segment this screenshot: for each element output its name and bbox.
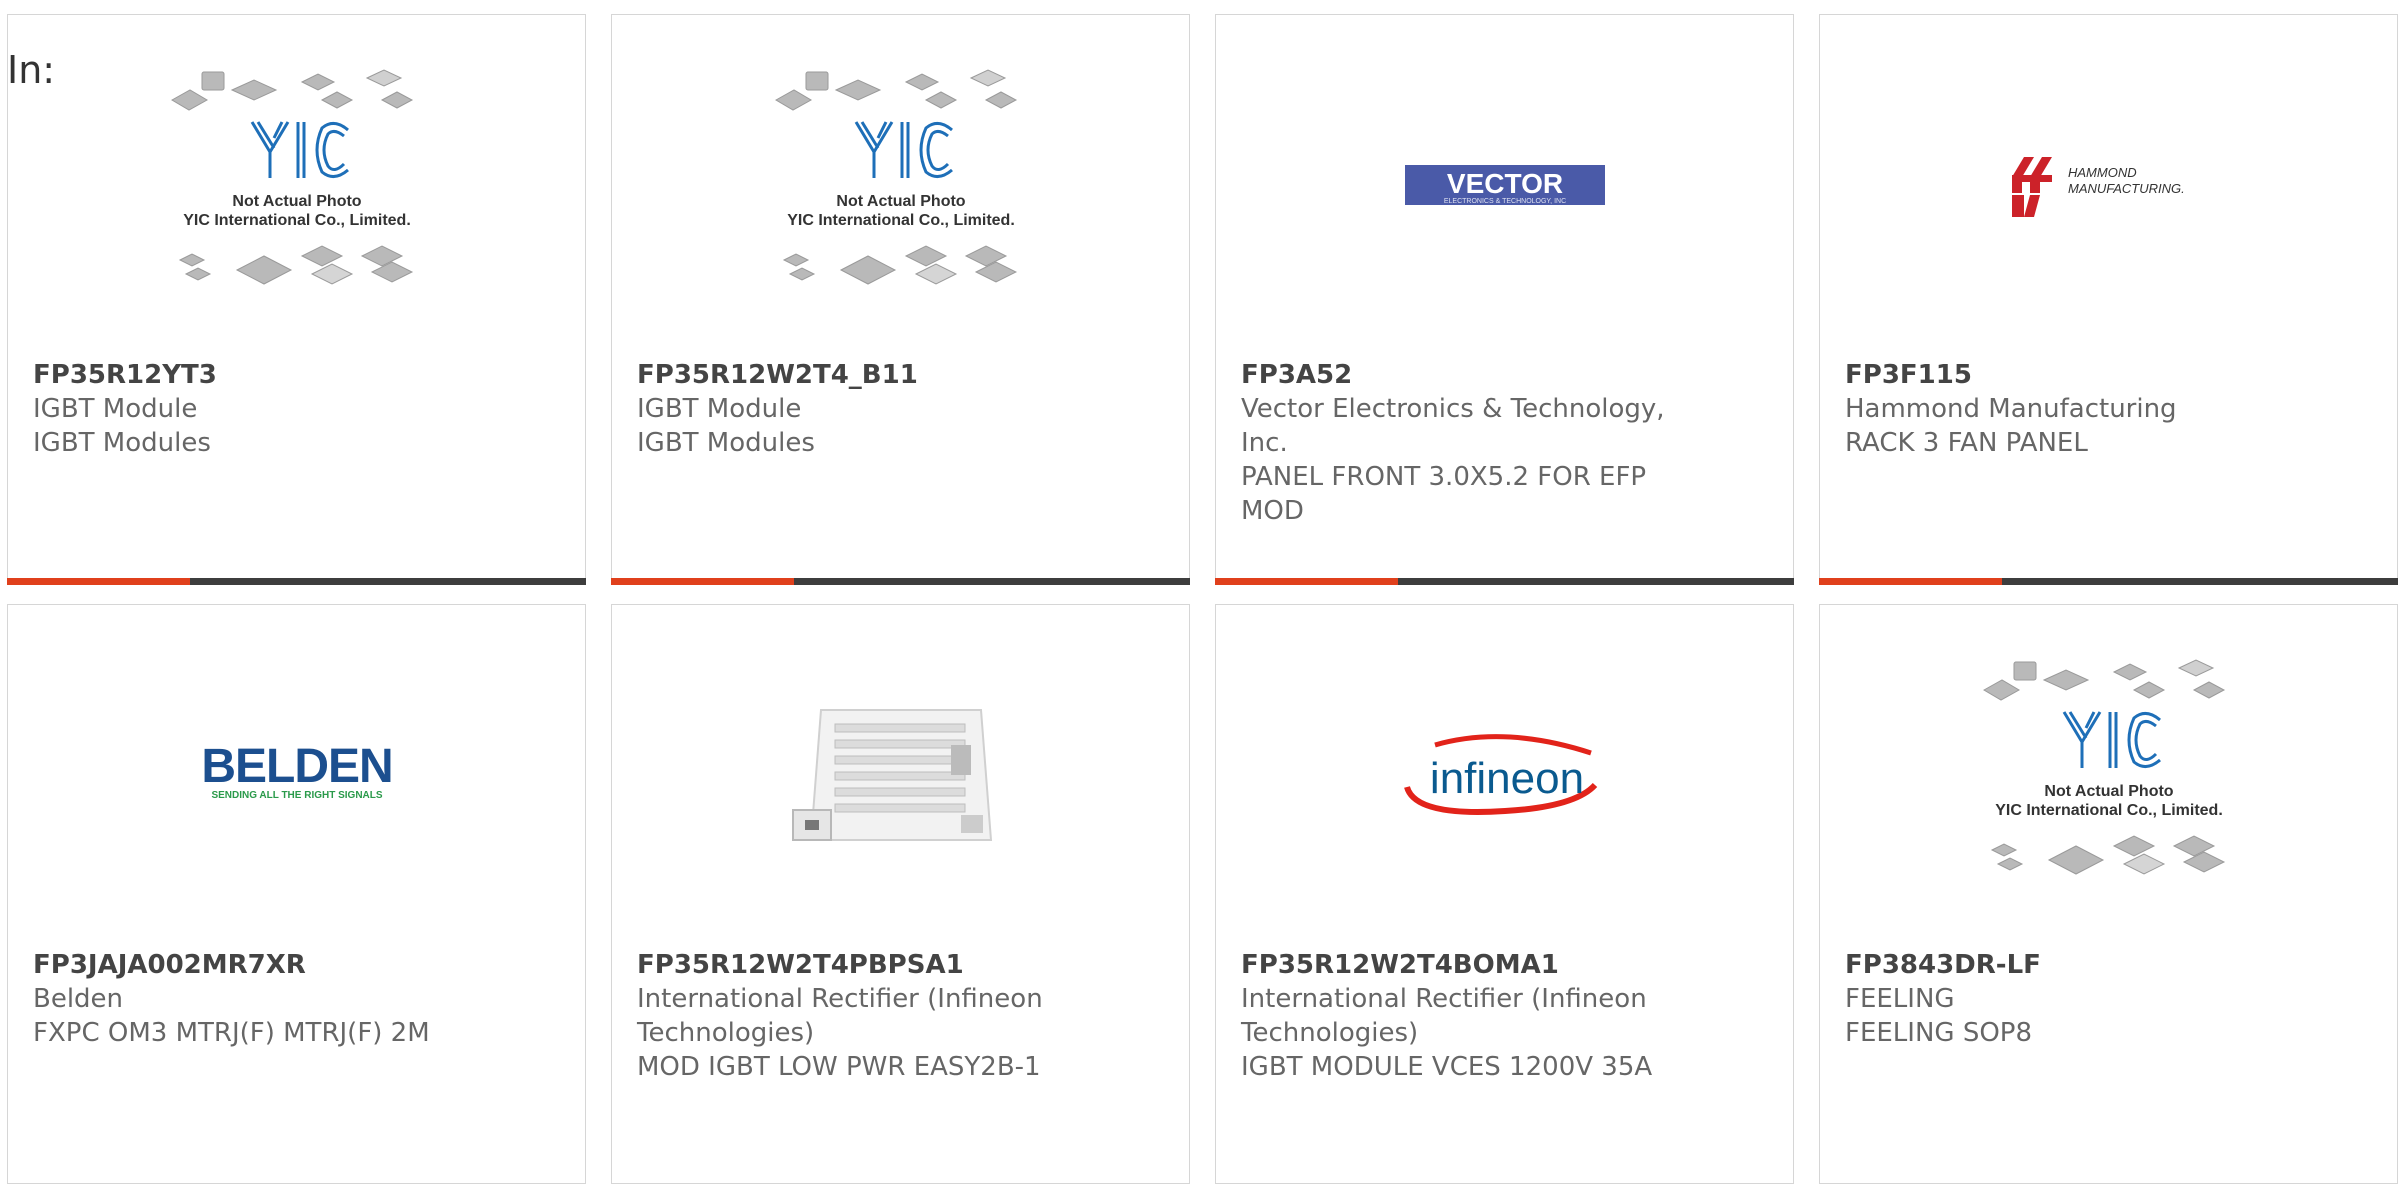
manufacturer: FEELING: [1845, 984, 1955, 1014]
product-image[interactable]: Not Actual Photo YIC International Co., …: [8, 15, 585, 355]
card-bottom-bar: [611, 578, 1190, 585]
placeholder-line1: Not Actual Photo: [232, 193, 361, 210]
manufacturer: IGBT Module: [33, 394, 198, 424]
manufacturer: IGBT Module: [637, 394, 802, 424]
description: IGBT Modules: [637, 428, 815, 458]
manufacturer: International Rectifier (Infineon Techno…: [637, 984, 1043, 1048]
part-number[interactable]: FP3F115: [1845, 358, 2277, 392]
product-image[interactable]: infineon: [1216, 605, 1793, 945]
product-image[interactable]: Not Actual Photo YIC International Co., …: [1820, 605, 2397, 945]
product-image[interactable]: [612, 605, 1189, 945]
description: RACK 3 FAN PANEL: [1845, 428, 2088, 458]
manufacturer: Belden: [33, 984, 124, 1014]
product-image[interactable]: BELDEN SENDING ALL THE RIGHT SIGNALS: [8, 605, 585, 945]
infineon-logo: infineon: [1403, 734, 1597, 815]
yic-placeholder-image: Not Actual Photo YIC International Co., …: [170, 69, 413, 285]
part-number[interactable]: FP3A52: [1241, 358, 1673, 392]
description: IGBT MODULE VCES 1200V 35A: [1241, 1052, 1653, 1082]
infineon-logo-name: infineon: [1429, 754, 1583, 803]
product-info: FP35R12W2T4PBPSA1 International Rectifie…: [637, 948, 1069, 1084]
product-info: FP3A52 Vector Electronics & Technology, …: [1241, 358, 1673, 528]
card-bottom-bar: [1819, 578, 2398, 585]
hammond-logo-tagline: MANUFACTURING.: [2068, 181, 2185, 196]
part-number[interactable]: FP35R12W2T4BOMA1: [1241, 948, 1673, 982]
product-image[interactable]: HAMMOND MANUFACTURING.: [1820, 15, 2397, 355]
part-number[interactable]: FP35R12YT3: [33, 358, 465, 392]
belden-logo-name: BELDEN: [201, 740, 392, 793]
product-info: FP3843DR-LF FEELING FEELING SOP8: [1845, 948, 2277, 1050]
hammond-logo-name: HAMMOND: [2068, 165, 2137, 180]
description: MOD IGBT LOW PWR EASY2B-1: [637, 1052, 1041, 1082]
product-image[interactable]: VECTOR ELECTRONICS & TECHNOLOGY, INC: [1216, 15, 1793, 355]
belden-logo: BELDEN SENDING ALL THE RIGHT SIGNALS: [201, 740, 393, 801]
placeholder-line2: YIC International Co., Limited.: [787, 212, 1015, 229]
product-image[interactable]: Not Actual Photo YIC International Co., …: [612, 15, 1189, 355]
vector-logo: VECTOR ELECTRONICS & TECHNOLOGY, INC: [1404, 165, 1605, 205]
product-card[interactable]: FP35R12W2T4PBPSA1 International Rectifie…: [611, 604, 1190, 1184]
card-bottom-bar: [7, 578, 586, 585]
igbt-module-photo: [791, 709, 992, 841]
product-info: FP3F115 Hammond Manufacturing RACK 3 FAN…: [1845, 358, 2277, 460]
card-accent: [7, 578, 190, 585]
manufacturer: Hammond Manufacturing: [1845, 394, 2177, 424]
part-number[interactable]: FP3JAJA002MR7XR: [33, 948, 465, 982]
description: FXPC OM3 MTRJ(F) MTRJ(F) 2M: [33, 1018, 430, 1048]
description: IGBT Modules: [33, 428, 211, 458]
card-accent: [1215, 578, 1398, 585]
product-info: FP35R12YT3 IGBT Module IGBT Modules: [33, 358, 465, 460]
product-card[interactable]: BELDEN SENDING ALL THE RIGHT SIGNALS FP3…: [7, 604, 586, 1184]
card-accent: [611, 578, 794, 585]
placeholder-line2: YIC International Co., Limited.: [1995, 802, 2223, 819]
placeholder-line1: Not Actual Photo: [836, 193, 965, 210]
product-info: FP35R12W2T4BOMA1 International Rectifier…: [1241, 948, 1673, 1084]
filter-label: In:: [7, 48, 56, 92]
belden-logo-tagline: SENDING ALL THE RIGHT SIGNALS: [211, 790, 382, 801]
hammond-logo: HAMMOND MANUFACTURING.: [2011, 157, 2185, 217]
part-number[interactable]: FP35R12W2T4PBPSA1: [637, 948, 1069, 982]
vector-logo-tagline: ELECTRONICS & TECHNOLOGY, INC: [1443, 198, 1565, 205]
yic-placeholder-image: Not Actual Photo YIC International Co., …: [1982, 659, 2225, 875]
part-number[interactable]: FP3843DR-LF: [1845, 948, 2277, 982]
product-card[interactable]: Not Actual Photo YIC International Co., …: [1819, 604, 2398, 1184]
product-card[interactable]: Not Actual Photo YIC International Co., …: [7, 14, 586, 585]
manufacturer: International Rectifier (Infineon Techno…: [1241, 984, 1647, 1048]
yic-placeholder-image: Not Actual Photo YIC International Co., …: [774, 69, 1017, 285]
vector-logo-name: VECTOR: [1446, 168, 1562, 199]
product-card[interactable]: Not Actual Photo YIC International Co., …: [611, 14, 1190, 585]
product-info: FP35R12W2T4_B11 IGBT Module IGBT Modules: [637, 358, 1069, 460]
product-card[interactable]: VECTOR ELECTRONICS & TECHNOLOGY, INC FP3…: [1215, 14, 1794, 585]
placeholder-line1: Not Actual Photo: [2044, 783, 2173, 800]
description: PANEL FRONT 3.0X5.2 FOR EFP MOD: [1241, 462, 1647, 526]
part-number[interactable]: FP35R12W2T4_B11: [637, 358, 1069, 392]
placeholder-line2: YIC International Co., Limited.: [183, 212, 411, 229]
product-info: FP3JAJA002MR7XR Belden FXPC OM3 MTRJ(F) …: [33, 948, 465, 1050]
manufacturer: Vector Electronics & Technology, Inc.: [1241, 394, 1665, 458]
card-accent: [1819, 578, 2002, 585]
product-card[interactable]: HAMMOND MANUFACTURING. FP3F115 Hammond M…: [1819, 14, 2398, 585]
card-bottom-bar: [1215, 578, 1794, 585]
description: FEELING SOP8: [1845, 1018, 2033, 1048]
product-card[interactable]: infineon FP35R12W2T4BOMA1 International …: [1215, 604, 1794, 1184]
